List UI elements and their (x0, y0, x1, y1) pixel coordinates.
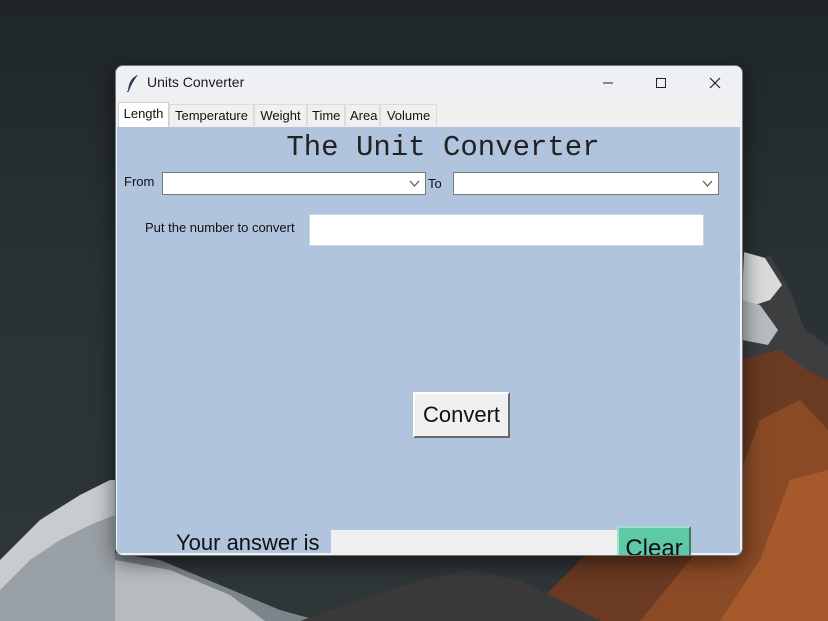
feather-icon (126, 75, 138, 92)
to-unit-select[interactable] (453, 172, 719, 195)
app-window: Units Converter Length Temperature Weigh… (115, 65, 743, 556)
number-input[interactable] (309, 214, 704, 246)
window-title: Units Converter (147, 74, 245, 90)
chevron-down-icon (409, 180, 420, 187)
chevron-down-icon (702, 180, 713, 187)
tab-time[interactable]: Time (307, 104, 345, 126)
length-tab-panel: The Unit Converter From To Put the numbe… (117, 127, 740, 555)
tab-temperature[interactable]: Temperature (169, 104, 254, 126)
from-unit-select[interactable] (162, 172, 426, 195)
answer-label: Your answer is (176, 530, 320, 555)
close-icon (709, 77, 721, 89)
clear-button[interactable]: Clear (617, 526, 691, 555)
minimize-icon (603, 82, 613, 84)
tab-volume[interactable]: Volume (380, 104, 437, 126)
convert-button[interactable]: Convert (413, 392, 510, 438)
number-label: Put the number to convert (145, 220, 295, 235)
tab-length[interactable]: Length (118, 102, 169, 127)
from-label: From (124, 174, 155, 189)
answer-field (331, 530, 618, 555)
maximize-icon (656, 78, 666, 88)
tab-weight[interactable]: Weight (254, 104, 307, 126)
close-button[interactable] (692, 66, 738, 100)
minimize-button[interactable] (585, 66, 631, 100)
title-bar[interactable]: Units Converter (116, 66, 742, 100)
tab-area[interactable]: Area (345, 104, 380, 126)
to-label: To (428, 176, 442, 191)
page-title: The Unit Converter (286, 131, 600, 164)
tab-bar: Length Temperature Weight Time Area Volu… (116, 102, 742, 127)
maximize-button[interactable] (638, 66, 684, 100)
